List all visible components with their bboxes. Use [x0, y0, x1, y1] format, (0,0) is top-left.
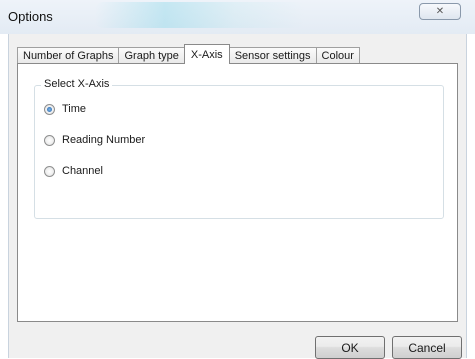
tab-graph-type[interactable]: Graph type — [118, 47, 185, 64]
radio-button-icon[interactable] — [44, 165, 55, 177]
radio-button-icon[interactable] — [44, 103, 55, 115]
group-label: Select X-Axis — [41, 78, 113, 90]
title-bar: Options ✕ — [0, 0, 475, 34]
tab-colour[interactable]: Colour — [315, 47, 360, 64]
tab-sensor-settings[interactable]: Sensor settings — [228, 47, 317, 64]
radio-label-channel: Channel — [62, 165, 103, 177]
window-title: Options — [8, 9, 53, 24]
radio-reading-number[interactable]: Reading Number — [44, 134, 145, 146]
close-icon: ✕ — [435, 6, 445, 17]
radio-channel[interactable]: Channel — [44, 165, 103, 177]
close-button[interactable]: ✕ — [419, 3, 461, 20]
dialog-body: Number of Graphs Graph type X-Axis Senso… — [8, 34, 467, 359]
radio-button-icon[interactable] — [44, 134, 55, 146]
tab-x-axis[interactable]: X-Axis — [183, 44, 230, 64]
x-axis-tab-panel: Select X-Axis Time Reading Number Channe… — [17, 63, 458, 322]
radio-time[interactable]: Time — [44, 103, 86, 115]
radio-label-reading-number: Reading Number — [62, 134, 146, 146]
radio-label-time: Time — [62, 103, 87, 115]
tab-strip: Number of Graphs Graph type X-Axis Senso… — [17, 44, 360, 64]
tab-number-of-graphs[interactable]: Number of Graphs — [17, 47, 120, 64]
title-bar-decoration — [95, 2, 305, 28]
select-x-axis-group: Select X-Axis Time Reading Number Channe… — [34, 78, 444, 219]
ok-button[interactable]: OK — [315, 336, 385, 359]
cancel-button[interactable]: Cancel — [392, 336, 462, 359]
